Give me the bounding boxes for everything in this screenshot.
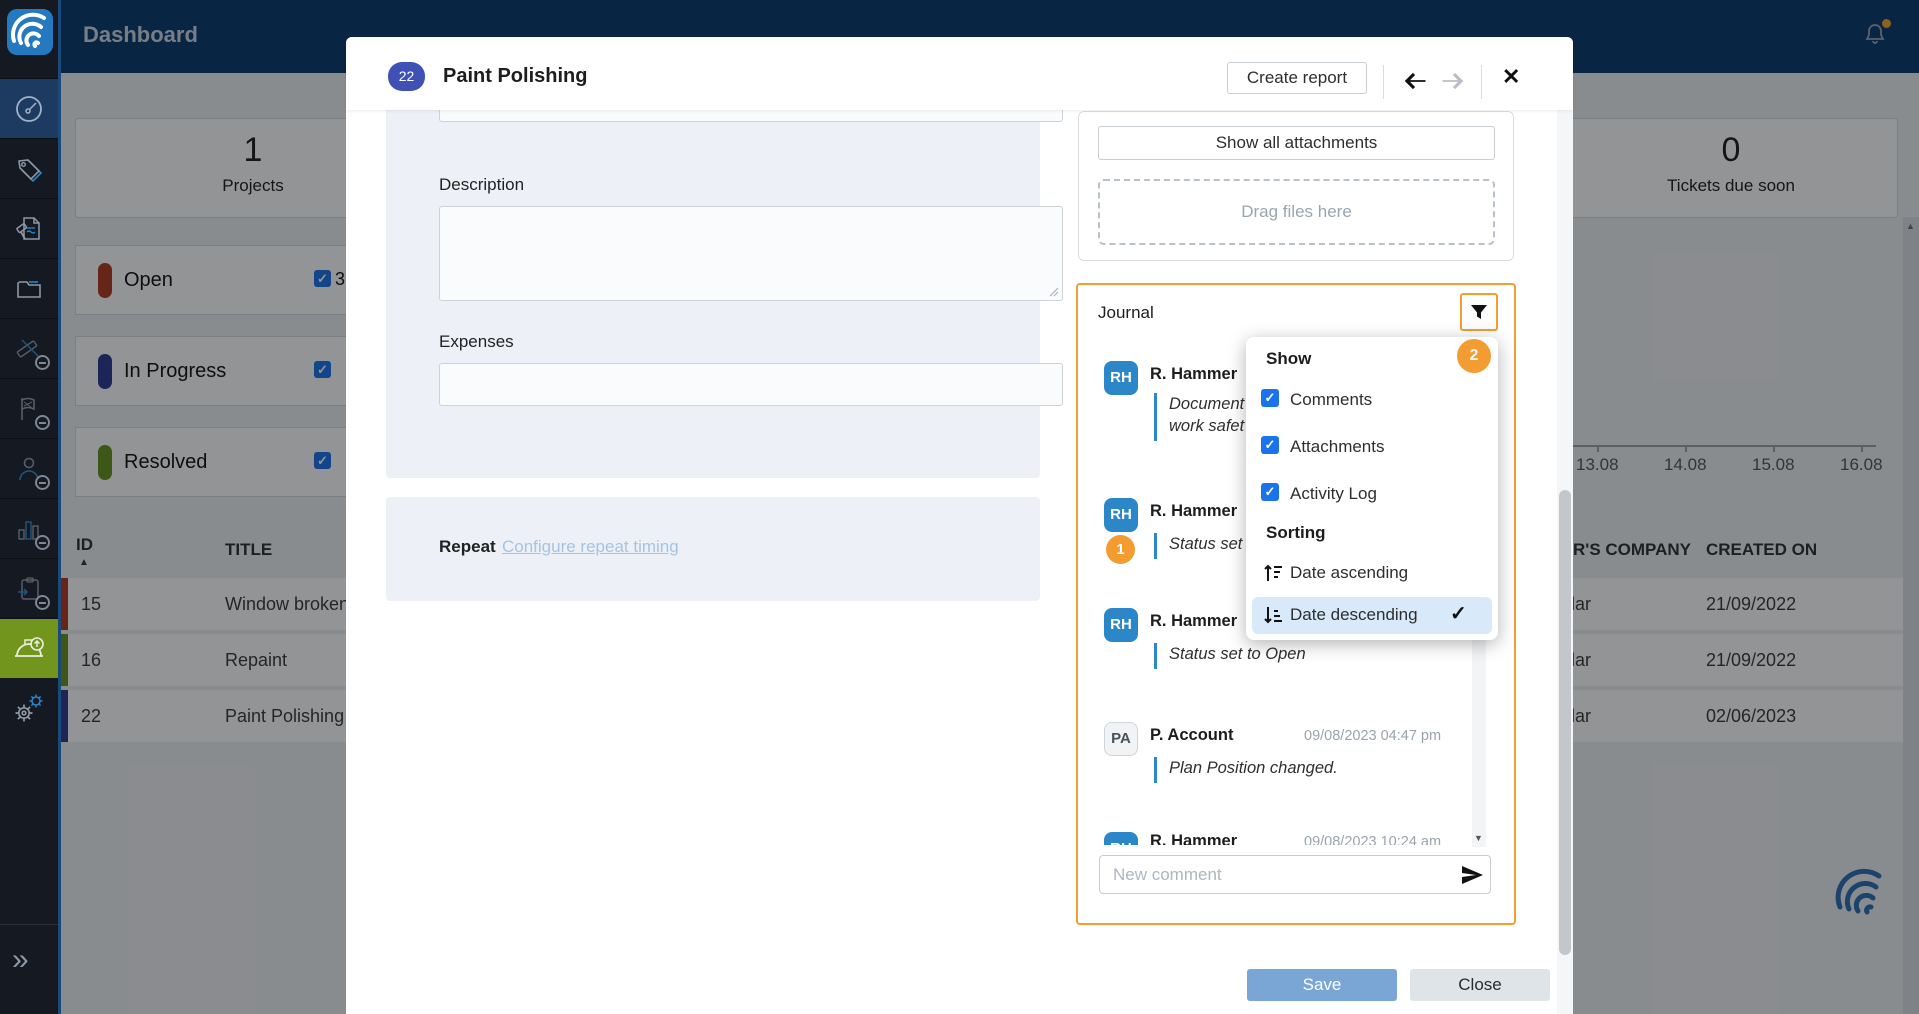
sidebar-item-dashboard[interactable] (0, 78, 58, 138)
entry-author: R. Hammer (1150, 832, 1237, 845)
unread-count-badge: 1 (1106, 535, 1135, 564)
entry-comment: Status set to Open (1154, 643, 1464, 669)
entry-timestamp: 09/08/2023 04:47 pm (1304, 728, 1441, 744)
attachments-checkbox[interactable]: ✓ (1261, 436, 1279, 454)
activity-log-option[interactable]: Activity Log (1290, 484, 1377, 504)
configure-repeat-link[interactable]: Configure repeat timing (502, 537, 679, 557)
journal-title: Journal (1098, 303, 1154, 323)
entry-author: P. Account (1150, 726, 1233, 745)
tag-icon (14, 154, 44, 184)
save-button[interactable]: Save (1247, 969, 1397, 1001)
expenses-input[interactable] (439, 363, 1063, 406)
sidebar-item-safety-upload[interactable] (0, 618, 58, 678)
sidebar: » (0, 0, 61, 1014)
send-comment-icon[interactable] (1460, 863, 1484, 887)
ticket-title: Paint Polishing (443, 65, 587, 88)
scroll-down-arrow-icon[interactable]: ▼ (1474, 833, 1483, 843)
avatar: RH (1104, 361, 1138, 395)
disabled-minus-icon (35, 415, 50, 430)
avatar: PA (1104, 722, 1138, 756)
file-dropzone[interactable]: Drag files here (1098, 179, 1495, 245)
document-hammer-icon (14, 214, 44, 244)
header-divider (1383, 65, 1384, 99)
sidebar-item-people[interactable] (0, 438, 58, 498)
folder-icon (14, 274, 44, 304)
sort-date-descending[interactable]: Date descending (1290, 605, 1418, 625)
sidebar-item-projects[interactable] (0, 258, 58, 318)
modal-scrollbar[interactable] (1557, 110, 1573, 1014)
sidebar-item-statistics[interactable] (0, 498, 58, 558)
attachments-option[interactable]: Attachments (1290, 437, 1385, 457)
details-panel: Description Expenses (386, 103, 1040, 478)
speedometer-icon (14, 94, 44, 124)
sidebar-item-settings[interactable] (0, 678, 58, 738)
sort-ascending-icon (1261, 561, 1285, 585)
filter-funnel-icon (1470, 303, 1488, 321)
description-label: Description (439, 175, 524, 195)
sort-descending-icon (1261, 603, 1285, 627)
resize-handle-icon (1049, 287, 1059, 297)
show-all-attachments-button[interactable]: Show all attachments (1098, 126, 1495, 160)
sorting-section-label: Sorting (1266, 523, 1326, 543)
entry-timestamp: 09/08/2023 10:24 am (1304, 834, 1441, 845)
avatar: RH (1104, 498, 1138, 532)
comments-checkbox[interactable]: ✓ (1261, 389, 1279, 407)
header-divider (1481, 65, 1482, 99)
sidebar-item-tasks[interactable] (0, 558, 58, 618)
back-arrow-icon[interactable] (1401, 67, 1429, 95)
hard-hat-upload-icon (12, 632, 46, 666)
sidebar-item-work-report[interactable] (0, 198, 58, 258)
activity-log-checkbox[interactable]: ✓ (1261, 483, 1279, 501)
disabled-minus-icon (35, 595, 50, 610)
sidebar-item-flags[interactable] (0, 378, 58, 438)
description-textarea[interactable] (439, 206, 1063, 301)
sidebar-item-measure[interactable] (0, 318, 58, 378)
ticket-id-badge: 22 (388, 62, 425, 91)
entry-author: R. Hammer (1150, 365, 1237, 384)
create-report-button[interactable]: Create report (1227, 62, 1367, 94)
sidebar-item-tags[interactable] (0, 138, 58, 198)
disabled-minus-icon (35, 535, 50, 550)
repeat-label: Repeat (439, 537, 496, 557)
new-comment-input[interactable] (1099, 855, 1491, 894)
forward-arrow-icon[interactable] (1439, 67, 1467, 95)
sidebar-expand-button[interactable]: » (0, 924, 58, 994)
expenses-label: Expenses (439, 332, 514, 352)
app-logo[interactable] (6, 8, 54, 56)
modal-scrollbar-thumb[interactable] (1559, 490, 1571, 955)
close-modal-icon[interactable]: ✕ (1502, 64, 1520, 90)
attachments-card: Show all attachments Drag files here (1078, 111, 1514, 261)
close-button[interactable]: Close (1410, 969, 1550, 1001)
gears-icon (12, 691, 46, 725)
sort-date-ascending[interactable]: Date ascending (1290, 563, 1408, 583)
repeat-panel: Repeat Configure repeat timing (386, 497, 1040, 601)
dropzone-text: Drag files here (1241, 202, 1352, 222)
entry-comment: Plan Position changed. (1154, 757, 1464, 783)
show-section-label: Show (1266, 349, 1311, 369)
screen: Dashboard 1 Projects 0 Tickets due soon … (0, 0, 1919, 1014)
journal-filter-button[interactable] (1460, 293, 1498, 331)
journal-filter-dropdown: 2 Show ✓ Comments ✓ Attachments ✓ Activi… (1246, 337, 1498, 640)
entry-author: R. Hammer (1150, 612, 1237, 631)
selected-check-icon: ✓ (1450, 601, 1467, 626)
double-chevron-right-icon: » (0, 943, 17, 977)
disabled-minus-icon (35, 475, 50, 490)
entry-author: R. Hammer (1150, 502, 1237, 521)
avatar: RH (1104, 608, 1138, 642)
filter-count-badge: 2 (1457, 339, 1491, 373)
modal-header: 22 Paint Polishing Create report ✕ (346, 37, 1573, 110)
comments-option[interactable]: Comments (1290, 390, 1372, 410)
avatar: RH (1104, 832, 1138, 845)
disabled-minus-icon (35, 355, 50, 370)
